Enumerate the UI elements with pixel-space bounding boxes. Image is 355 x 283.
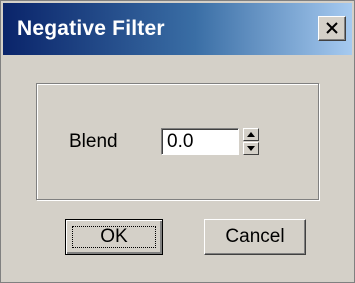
close-icon xyxy=(326,22,338,34)
blend-input[interactable]: 0.0 xyxy=(161,128,239,155)
ok-button[interactable]: OK xyxy=(65,219,163,255)
arrow-down-icon xyxy=(247,146,255,151)
blend-spinner-down-button[interactable] xyxy=(243,142,259,155)
focus-rectangle xyxy=(72,226,156,248)
close-button[interactable] xyxy=(318,16,346,41)
blend-spinner-up-button[interactable] xyxy=(243,128,259,141)
title-bar[interactable]: Negative Filter xyxy=(3,3,352,55)
arrow-up-icon xyxy=(247,132,255,137)
cancel-button[interactable]: Cancel xyxy=(204,219,306,255)
cancel-button-label: Cancel xyxy=(225,226,285,247)
blend-value[interactable]: 0.0 xyxy=(167,131,193,153)
window-title: Negative Filter xyxy=(17,17,165,40)
blend-label: Blend xyxy=(69,131,118,152)
negative-filter-dialog: Negative Filter Blend 0.0 OK Cancel xyxy=(0,0,355,283)
